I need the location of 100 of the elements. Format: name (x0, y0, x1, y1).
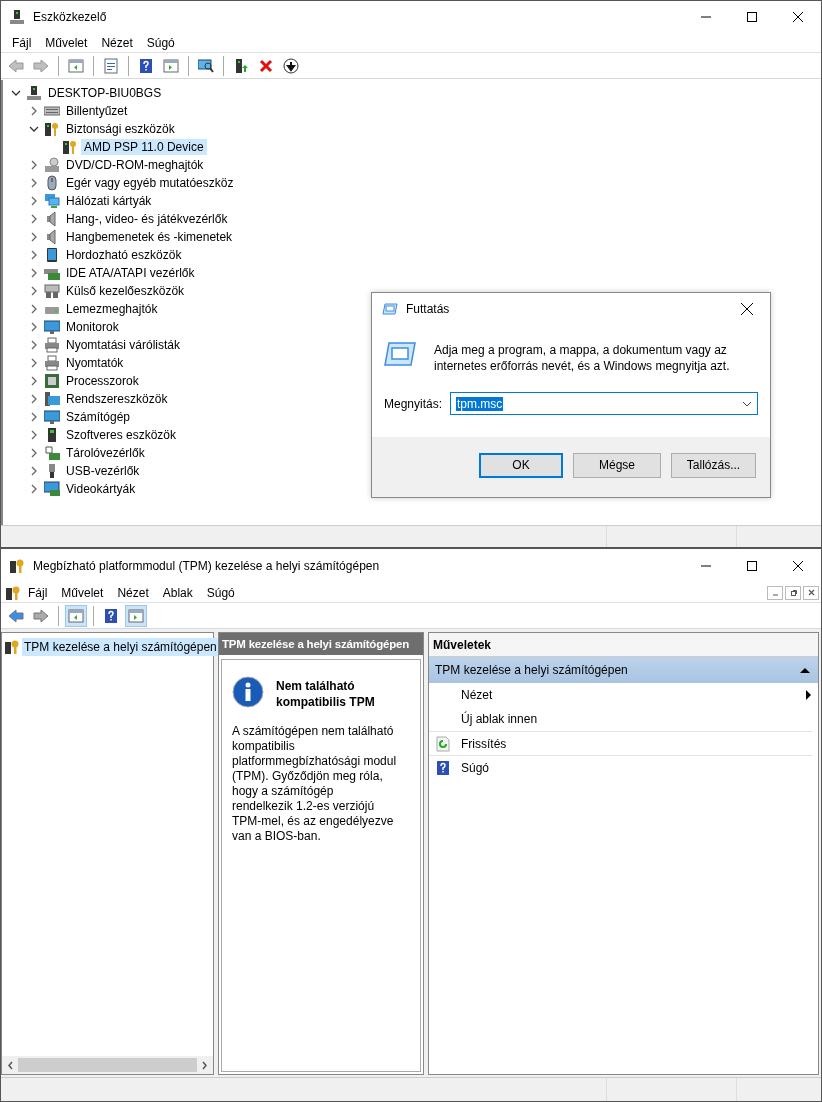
monitor-icon (44, 409, 60, 425)
menu-item[interactable]: Súgó (199, 585, 242, 600)
tree-item[interactable]: DVD/CD-ROM-meghajtók (63, 157, 207, 173)
storage-controller-icon (44, 445, 60, 461)
close-icon[interactable] (793, 561, 803, 571)
dialog-button[interactable]: Mégse (573, 452, 661, 478)
tree-item[interactable]: Tárolóvezérlők (63, 445, 148, 461)
tree-item[interactable]: Processzorok (63, 373, 142, 389)
menu-item[interactable]: Ablak (155, 585, 200, 600)
tree-item[interactable]: Videokártyák (63, 481, 139, 497)
properties-icon (103, 57, 119, 74)
close-icon[interactable] (793, 12, 803, 22)
console-tree-icon (68, 607, 84, 624)
tree-item[interactable]: Egér vagy egyéb mutatóeszköz (63, 175, 237, 191)
device-arrow-icon (233, 57, 249, 74)
computer-icon (26, 85, 42, 101)
menu-item[interactable]: Fájl (21, 585, 55, 600)
down-arrow-circle-icon (283, 57, 299, 74)
restore-icon[interactable] (788, 588, 798, 597)
maximize-icon[interactable] (747, 12, 757, 22)
tree-item[interactable]: DESKTOP-BIU0BGS (45, 85, 165, 101)
printer-icon (44, 355, 60, 371)
tree-item[interactable]: Rendszereszközök (63, 391, 171, 407)
computer-icon (9, 9, 25, 25)
tree-item[interactable]: USB-vezérlők (63, 463, 143, 479)
action-link[interactable]: Súgó (461, 760, 812, 775)
action-link[interactable]: Frissítés (461, 736, 812, 751)
key-chip-icon (9, 558, 25, 574)
tree-item[interactable]: Billentyűzet (63, 103, 131, 119)
help-icon (138, 57, 154, 74)
dialog-button[interactable]: OK (479, 452, 563, 478)
info-heading: Nem található kompatibilis TPM (276, 678, 376, 710)
gamepad-keyboard-icon (44, 283, 60, 299)
window-title: Megbízható platformmodul (TPM) kezelése a helyi számítógépen (33, 559, 381, 573)
maximize-icon[interactable] (747, 561, 757, 571)
display-card-icon (44, 481, 60, 497)
tablet-icon (44, 247, 60, 263)
instruction-text: Adja meg a program, a mappa, a dokumentum vagy az internetes erőforrás nevét, és a Windows megnyitja azt. (434, 342, 731, 374)
field-label: Megnyitás: (384, 396, 443, 411)
tree-item[interactable]: Nyomtatók (63, 355, 127, 371)
submenu-arrow-icon (805, 690, 812, 700)
tree-item[interactable]: Számítógép (63, 409, 134, 425)
run-icon (384, 339, 416, 369)
menu-item[interactable]: Fájl (5, 35, 39, 50)
tree-item[interactable]: Hordozható eszközök (63, 247, 185, 263)
dialog-title: Futtatás (406, 302, 451, 316)
key-device-icon (62, 139, 78, 155)
open-field[interactable]: tpm.msc (450, 392, 758, 415)
remove-x-icon (258, 57, 274, 74)
key-device-icon (44, 121, 60, 137)
menu-item[interactable]: Művelet (38, 35, 95, 50)
system-device-icon (44, 391, 60, 407)
forward-arrow-icon (33, 607, 49, 624)
action-link[interactable]: Új ablak innen (461, 712, 812, 726)
help-icon (435, 759, 451, 776)
action-pane-icon (128, 607, 144, 624)
tree-item[interactable]: AMD PSP 11.0 Device (81, 139, 207, 155)
close-icon[interactable] (741, 303, 753, 315)
close-icon[interactable] (806, 588, 816, 597)
keyboard-icon (44, 103, 60, 119)
action-group-header[interactable]: TPM kezelése a helyi számítógépen (429, 657, 818, 683)
menu-item[interactable]: Művelet (54, 585, 111, 600)
menu-item[interactable]: Súgó (139, 35, 182, 50)
scroll-right-icon (201, 1060, 209, 1070)
horizontal-scrollbar[interactable] (2, 1056, 213, 1074)
tree-item[interactable]: Nyomtatási várólisták (63, 337, 184, 353)
menu-item[interactable]: Nézet (110, 585, 156, 600)
key-chip-icon (5, 584, 21, 601)
info-text: A számítógépen nem található kompatibilis platformmegbízhatósági modul (TPM). Győződjön meg róla, hogy a számítógép rendelkezik 1.2-es verziójú TPM-mel, és az engedélyezve van a BIOS-ban. (232, 724, 397, 844)
back-arrow-icon (8, 607, 24, 624)
pane-header: TPM kezelése a helyi számítógépen (219, 633, 423, 655)
key-chip-icon (4, 639, 20, 655)
info-icon (232, 676, 264, 708)
disc-drive-icon (44, 157, 60, 173)
tree-item[interactable]: IDE ATA/ATAPI vezérlők (63, 265, 198, 281)
help-icon (103, 607, 119, 624)
dialog-button[interactable]: Tallózás... (671, 452, 756, 478)
tree-item[interactable]: Biztonsági eszközök (63, 121, 178, 137)
refresh-icon (435, 735, 451, 752)
tree-item[interactable]: Lemezmeghajtók (63, 301, 161, 317)
monitor-icon (44, 319, 60, 335)
forward-arrow-icon (33, 57, 49, 74)
tree-item[interactable]: Hang-, video- és játékvezérlők (63, 211, 231, 227)
mouse-icon (44, 175, 60, 191)
monitor-magnifier-icon (198, 57, 214, 74)
pane-header: Műveletek (429, 633, 818, 657)
action-pane-icon (163, 57, 179, 74)
action-link[interactable]: Nézet (461, 688, 805, 702)
tree-item[interactable]: Hangbemenetek és -kimenetek (63, 229, 236, 245)
console-tree-icon (68, 57, 84, 74)
tree-item[interactable]: Hálózati kártyák (63, 193, 155, 209)
menu-item[interactable]: Nézet (94, 35, 140, 50)
tree-item[interactable]: Külső kezelőeszközök (63, 283, 188, 299)
tree-item[interactable]: TPM kezelése a helyi számítógépen (22, 638, 219, 656)
collapse-triangle-icon[interactable] (800, 666, 810, 674)
tree-item[interactable]: Szoftveres eszközök (63, 427, 180, 443)
run-icon (382, 301, 398, 317)
tree-item[interactable]: Monitorok (63, 319, 122, 335)
back-arrow-icon (8, 57, 24, 74)
network-icon (44, 193, 60, 209)
